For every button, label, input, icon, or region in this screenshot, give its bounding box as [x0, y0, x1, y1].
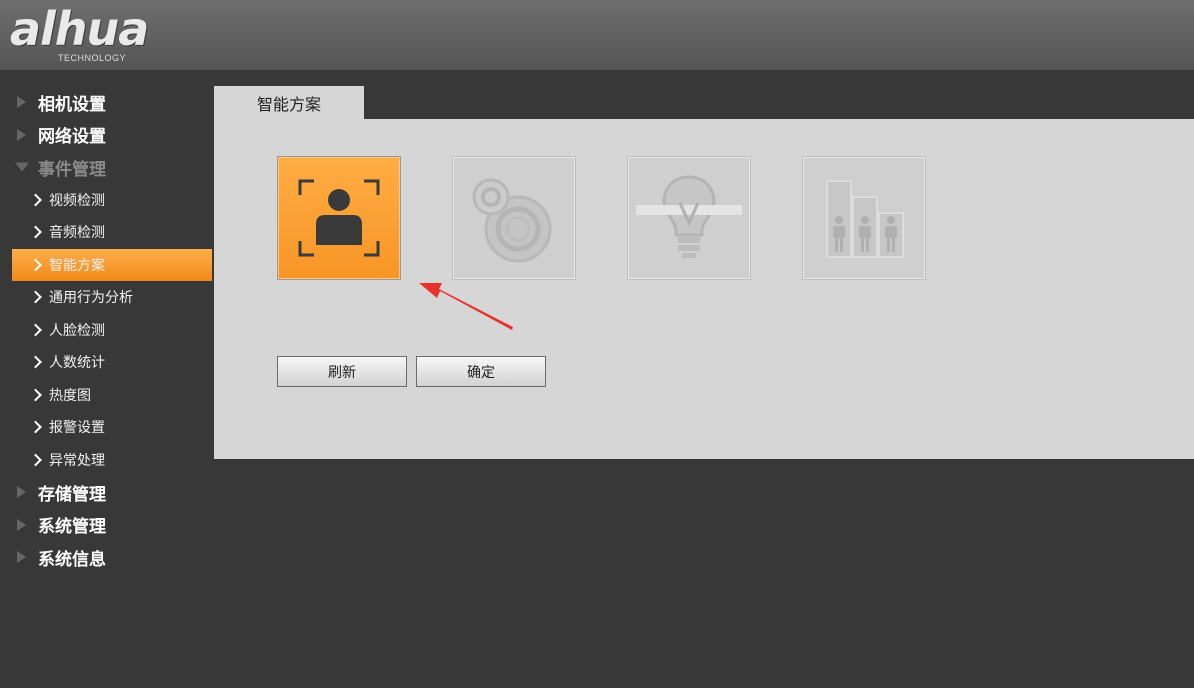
sidebar-item-storage-management[interactable]: 存储管理 — [0, 476, 212, 509]
sidebar-item-system-management[interactable]: 系统管理 — [0, 509, 212, 542]
refresh-button[interactable]: 刷新 — [277, 356, 407, 387]
confirm-button[interactable]: 确定 — [416, 356, 546, 387]
chevron-right-icon — [29, 420, 42, 434]
sidebar-item-behavior-analysis[interactable]: 通用行为分析 — [0, 281, 212, 314]
brand-logo: alhua — [10, 2, 149, 56]
face-detection-icon — [298, 179, 380, 257]
sidebar-item-label: 异常处理 — [49, 452, 105, 469]
sidebar-item-label: 热度图 — [49, 387, 91, 404]
smart-plan-panel: 刷新 确定 — [214, 119, 1194, 459]
sidebar-item-label: 网络设置 — [38, 127, 106, 148]
chevron-right-icon — [29, 323, 42, 337]
sidebar-item-exception-handling[interactable]: 异常处理 — [0, 444, 212, 477]
sidebar-item-alarm-settings[interactable]: 报警设置 — [0, 411, 212, 444]
chevron-right-icon — [29, 355, 42, 369]
plan-tile-behavior-analysis[interactable] — [452, 156, 576, 280]
sidebar-item-label: 音频检测 — [49, 225, 105, 242]
collapse-arrow-icon — [15, 162, 29, 172]
sidebar-item-label: 视频检测 — [49, 192, 105, 209]
sidebar-item-event-management[interactable]: 事件管理 — [0, 151, 212, 184]
behavior-analysis-icon — [472, 178, 552, 263]
sidebar-item-label: 系统管理 — [38, 517, 106, 538]
sidebar-item-label: 相机设置 — [38, 94, 106, 115]
sidebar-item-camera-settings[interactable]: 相机设置 — [0, 86, 212, 119]
tab-smart-plan[interactable]: 智能方案 — [214, 86, 364, 119]
sidebar-item-label: 系统信息 — [38, 549, 106, 570]
chevron-right-icon — [29, 225, 42, 239]
app-header: alhua TECHNOLOGY — [0, 0, 1194, 70]
sidebar-item-people-counting[interactable]: 人数统计 — [0, 346, 212, 379]
plan-tile-people-counting[interactable] — [802, 156, 926, 280]
sidebar-item-label: 报警设置 — [49, 420, 105, 437]
sidebar-menu: 相机设置 网络设置 事件管理 视频检测 音频检测 智能方案 通用行为分析 人脸检… — [0, 86, 212, 574]
expand-arrow-icon — [17, 518, 26, 531]
expand-arrow-icon — [17, 551, 26, 564]
chevron-right-icon — [29, 388, 42, 402]
chevron-right-icon — [29, 453, 42, 467]
sidebar-item-smart-plan[interactable]: 智能方案 — [12, 248, 212, 281]
expand-arrow-icon — [17, 128, 26, 141]
sidebar-item-label: 事件管理 — [38, 159, 106, 180]
sidebar-item-label: 存储管理 — [38, 484, 106, 505]
sidebar-item-label: 人数统计 — [49, 355, 105, 372]
lightbulb-icon — [636, 175, 742, 258]
sidebar-item-audio-detection[interactable]: 音频检测 — [0, 216, 212, 249]
brand-logo-subtitle: TECHNOLOGY — [58, 53, 127, 63]
sidebar-item-label: 智能方案 — [49, 257, 105, 274]
sidebar-item-heat-map[interactable]: 热度图 — [0, 379, 212, 412]
sidebar-item-face-detection[interactable]: 人脸检测 — [0, 314, 212, 347]
chevron-right-icon — [29, 258, 42, 272]
expand-arrow-icon — [17, 486, 26, 499]
people-counting-icon — [826, 180, 904, 258]
sidebar-item-label: 人脸检测 — [49, 322, 105, 339]
plan-tile-face-detection[interactable] — [277, 156, 401, 280]
chevron-right-icon — [29, 290, 42, 304]
plan-tile-lightbulb[interactable] — [627, 156, 751, 280]
sidebar-item-video-detection[interactable]: 视频检测 — [0, 184, 212, 217]
sidebar-item-label: 通用行为分析 — [49, 290, 133, 307]
expand-arrow-icon — [17, 96, 26, 109]
chevron-right-icon — [29, 193, 42, 207]
sidebar-item-network-settings[interactable]: 网络设置 — [0, 119, 212, 152]
sidebar-item-system-info[interactable]: 系统信息 — [0, 541, 212, 574]
